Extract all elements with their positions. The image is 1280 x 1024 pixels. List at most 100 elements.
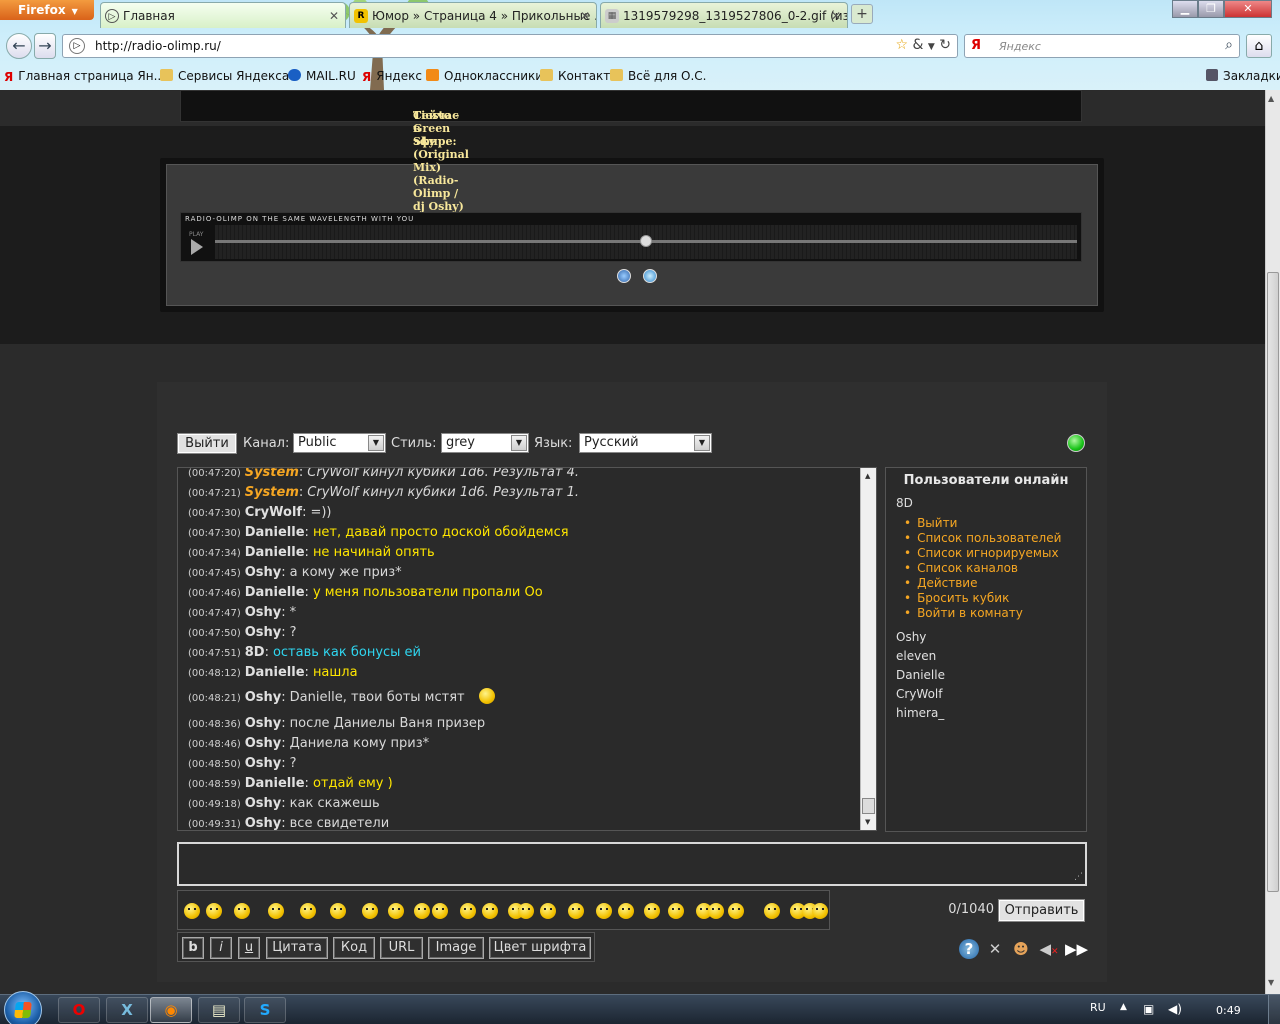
menu-ignore-list[interactable]: Список игнорируемых — [904, 546, 1061, 561]
firefox-menu-button[interactable]: Firefox ▼ — [0, 0, 94, 20]
smiley-icon[interactable] — [330, 903, 346, 919]
users-icon[interactable]: ☻ — [1011, 939, 1031, 959]
smiley-icon[interactable] — [460, 903, 476, 919]
bookmark-os[interactable]: Всё для О.С. — [610, 69, 706, 83]
message-nick[interactable]: Oshy — [245, 565, 282, 580]
bold-button[interactable]: b — [182, 937, 204, 959]
media-player-icon[interactable] — [643, 269, 657, 283]
smiley-icon[interactable] — [728, 903, 744, 919]
smiley-icon[interactable] — [482, 903, 498, 919]
dropdown-icon[interactable]: ▼ — [928, 42, 935, 52]
style-select[interactable]: grey ▼ — [441, 433, 529, 453]
online-user[interactable]: himera_ — [896, 704, 945, 723]
smiley-icon[interactable] — [540, 903, 556, 919]
messages-scrollbar[interactable]: ▲ ▼ — [860, 468, 876, 830]
new-tab-button[interactable]: + — [851, 4, 873, 24]
firefox-taskbar-button[interactable]: ◉ — [150, 997, 192, 1023]
message-nick[interactable]: Danielle — [245, 525, 305, 540]
message-nick[interactable]: Oshy — [245, 605, 282, 620]
tab-humor[interactable]: R Юмор » Страница 4 » Прикольные ... ✕ — [349, 2, 597, 28]
smiley-icon[interactable] — [568, 903, 584, 919]
smiley-icon[interactable] — [414, 903, 430, 919]
bookmark-yandex-home[interactable]: Я Главная страница Ян... — [4, 69, 165, 84]
tab-gif[interactable]: ▦ 1319579298_1319527806_0-2.gif (из... ✕ — [600, 2, 848, 28]
font-color-button[interactable]: Цвет шрифта — [489, 937, 591, 959]
tray-expand-icon[interactable]: ▲ — [1120, 1002, 1127, 1012]
message-input[interactable]: ⋰ — [177, 842, 1087, 886]
progress-track[interactable] — [215, 225, 1077, 259]
smiley-icon[interactable] — [432, 903, 448, 919]
message-nick[interactable]: Oshy — [245, 716, 282, 731]
volume-icon[interactable]: ◀) — [1168, 1002, 1182, 1016]
smiley-icon[interactable] — [518, 903, 534, 919]
smiley-icon[interactable] — [764, 903, 780, 919]
message-nick[interactable]: Oshy — [245, 756, 282, 771]
back-button[interactable]: ← — [6, 33, 32, 59]
message-nick[interactable]: Danielle — [245, 585, 305, 600]
code-button[interactable]: Код — [333, 937, 375, 959]
menu-logout[interactable]: Выйти — [904, 516, 1061, 531]
message-nick[interactable]: System — [245, 468, 299, 480]
exit-button[interactable]: Выйти — [177, 433, 237, 454]
settings-icon[interactable]: ✕ — [985, 939, 1005, 959]
bookmark-yandex-services[interactable]: Сервисы Яндекса — [160, 69, 289, 83]
play-icon[interactable] — [191, 239, 203, 255]
close-icon[interactable]: ✕ — [831, 9, 841, 23]
close-icon[interactable]: ✕ — [329, 9, 339, 23]
message-nick[interactable]: Oshy — [245, 690, 282, 705]
smiley-icon[interactable] — [206, 903, 222, 919]
messages-scroll-thumb[interactable] — [862, 798, 875, 814]
scroll-down-icon[interactable]: ▼ — [865, 818, 870, 826]
smiley-icon[interactable] — [362, 903, 378, 919]
smiley-icon[interactable] — [812, 903, 828, 919]
winamp-icon[interactable] — [617, 269, 631, 283]
italic-button[interactable]: i — [210, 937, 232, 959]
online-user[interactable]: eleven — [896, 647, 945, 666]
show-desktop-button[interactable] — [1268, 995, 1280, 1024]
message-nick[interactable]: Danielle — [245, 776, 305, 791]
smiley-icon[interactable] — [268, 903, 284, 919]
message-nick[interactable]: Oshy — [245, 736, 282, 751]
online-user[interactable]: Oshy — [896, 628, 945, 647]
forward-icon[interactable]: ▶▶ — [1065, 939, 1088, 959]
smiley-icon[interactable] — [184, 903, 200, 919]
smiley-icon[interactable] — [300, 903, 316, 919]
tab-main[interactable]: ▷ Главная ✕ — [100, 2, 346, 28]
smiley-icon[interactable] — [234, 903, 250, 919]
translate-icon[interactable]: & — [913, 37, 924, 53]
scroll-up-icon[interactable]: ▲ — [865, 472, 870, 480]
send-button[interactable]: Отправить — [998, 899, 1085, 922]
skype-taskbar-button[interactable]: S — [244, 997, 286, 1023]
app-taskbar-button[interactable]: X — [106, 997, 148, 1023]
scroll-up-icon[interactable]: ▲ — [1268, 94, 1274, 103]
scroll-down-icon[interactable]: ▼ — [1268, 978, 1274, 987]
search-bar[interactable]: Я Яндекс ⌕ — [964, 34, 1240, 58]
image-button[interactable]: Image — [428, 937, 484, 959]
menu-user-list[interactable]: Список пользователей — [904, 531, 1061, 546]
bookmark-kontakt[interactable]: Контакт — [540, 69, 610, 83]
clock[interactable]: 0:49 — [1216, 1004, 1241, 1017]
channel-select[interactable]: Public ▼ — [293, 433, 386, 453]
menu-action[interactable]: Действие — [904, 576, 1061, 591]
bookmark-mailru[interactable]: MAIL.RU — [288, 69, 356, 83]
smiley-icon[interactable] — [708, 903, 724, 919]
smiley-icon[interactable] — [668, 903, 684, 919]
message-nick[interactable]: Oshy — [245, 796, 282, 811]
quote-button[interactable]: Цитата — [266, 937, 328, 959]
search-icon[interactable]: ⌕ — [1225, 37, 1233, 53]
message-nick[interactable]: System — [245, 485, 299, 500]
message-nick[interactable]: Oshy — [245, 816, 282, 830]
message-nick[interactable]: CryWolf — [245, 505, 302, 520]
smiley-icon[interactable] — [596, 903, 612, 919]
smiley-icon[interactable] — [388, 903, 404, 919]
reload-icon[interactable]: ↻ — [939, 37, 951, 53]
page-scroll-thumb[interactable] — [1267, 272, 1279, 892]
start-button[interactable] — [4, 991, 42, 1024]
opera-taskbar-button[interactable]: O — [58, 997, 100, 1023]
sound-off-icon[interactable]: ◀✕ — [1039, 939, 1059, 959]
message-nick[interactable]: 8D — [245, 645, 265, 660]
smiley-icon[interactable] — [618, 903, 634, 919]
network-icon[interactable]: ▣ — [1143, 1002, 1154, 1016]
menu-channel-list[interactable]: Список каналов — [904, 561, 1061, 576]
smiley-icon[interactable] — [644, 903, 660, 919]
